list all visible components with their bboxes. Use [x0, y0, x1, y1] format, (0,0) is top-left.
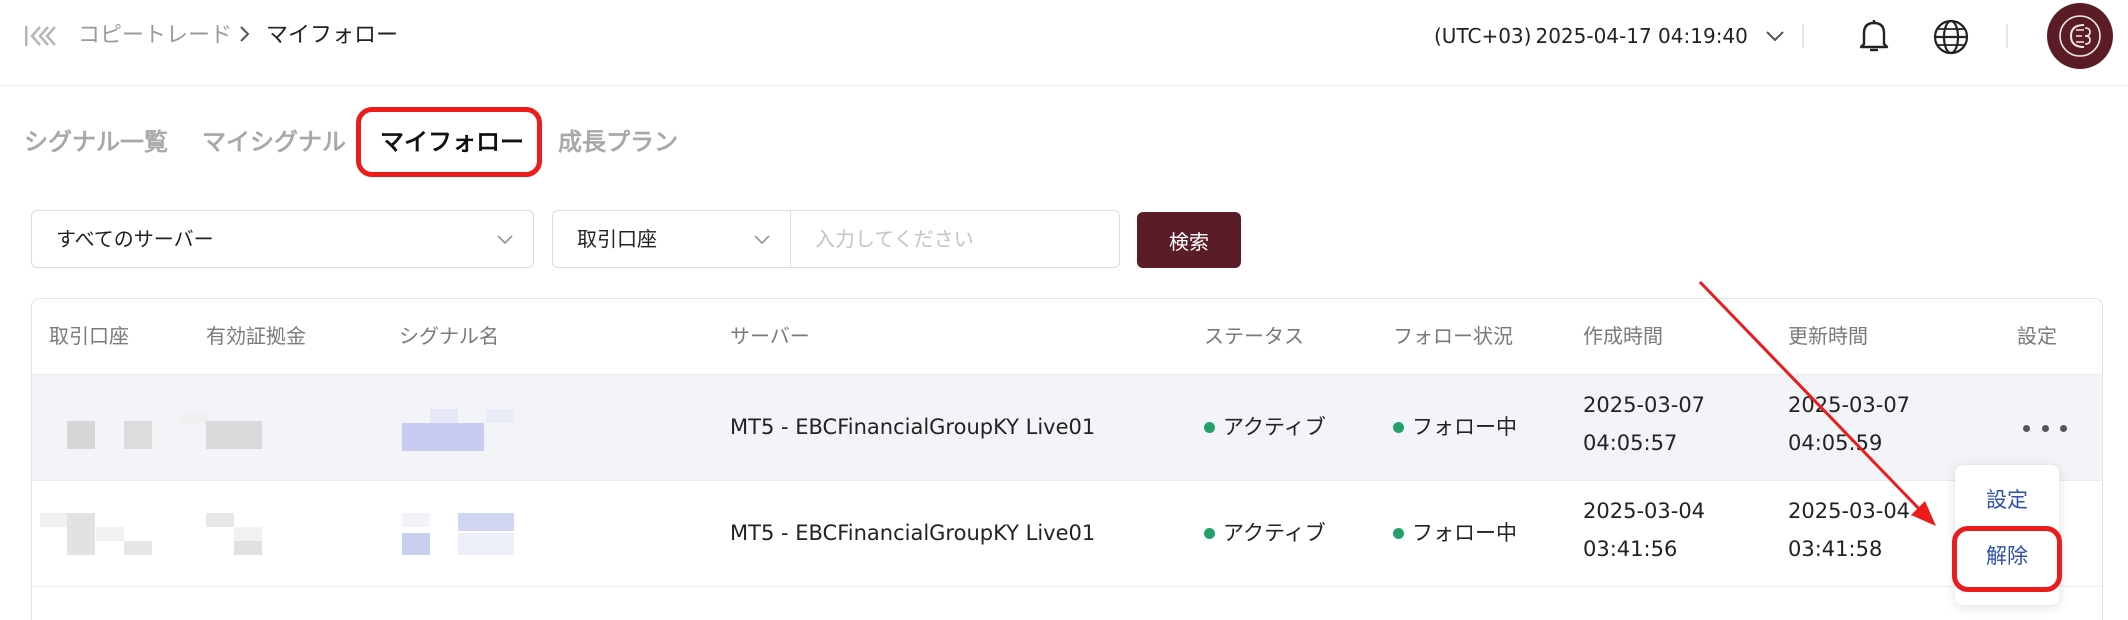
column-header: 作成時間: [1583, 324, 1663, 348]
redacted-equity: [234, 527, 262, 541]
chevron-down-icon: [1766, 31, 1784, 42]
column-header: 取引口座: [49, 324, 129, 348]
tab-my-signals[interactable]: マイシグナル: [202, 122, 346, 162]
status-cell: アクティブ: [1204, 515, 1326, 551]
created-date: 2025-03-07: [1583, 393, 1706, 417]
column-header: 設定: [2017, 324, 2057, 348]
chevron-down-icon: [754, 235, 770, 245]
collapse-sidebar-icon[interactable]: [24, 24, 56, 48]
status-dot: [1393, 527, 1404, 539]
server-cell: MT5 - EBCFinancialGroupKY Live01: [730, 521, 1096, 545]
breadcrumb-current: マイフォロー: [266, 23, 399, 48]
timezone-label: (UTC+03): [1434, 24, 1532, 48]
redacted-account: [124, 421, 152, 449]
status-dot: [1204, 421, 1215, 433]
redacted-account: [40, 513, 68, 527]
current-datetime: 2025-04-17 04:19:40: [1535, 24, 1748, 48]
follow-table: 取引口座 有効証拠金 シグナル名 サーバー ステータス フォロー状況 作成時間 …: [31, 298, 2103, 620]
column-header: ステータス: [1204, 324, 1304, 348]
timezone-selector[interactable]: (UTC+03) 2025-04-17 04:19:40: [1434, 20, 1786, 52]
created-time: 04:05:57: [1583, 431, 1678, 455]
column-header: シグナル名: [399, 324, 499, 348]
redacted-signal-name: [458, 513, 514, 531]
redacted-signal-name: [458, 533, 514, 555]
redacted-account: [96, 527, 124, 541]
redacted-equity: [206, 513, 234, 527]
menu-item-settings[interactable]: 設定: [1955, 483, 2059, 517]
server-select[interactable]: すべてのサーバー: [31, 210, 534, 268]
column-header: フォロー状況: [1393, 324, 1513, 348]
annotation-highlight-unfollow: [1952, 526, 2062, 592]
tab-signal-list[interactable]: シグナル一覧: [24, 122, 168, 162]
column-header: 更新時間: [1788, 324, 1868, 348]
server-cell: MT5 - EBCFinancialGroupKY Live01: [730, 415, 1096, 439]
chevron-down-icon: [497, 235, 513, 245]
table-header: 取引口座 有効証拠金 シグナル名 サーバー ステータス フォロー状況 作成時間 …: [32, 299, 2102, 375]
redacted-account: [124, 541, 152, 555]
breadcrumb-parent[interactable]: コピートレード: [78, 20, 232, 52]
redacted-account: [67, 513, 95, 555]
created-date: 2025-03-04: [1583, 499, 1706, 523]
account-type-select-value: 取引口座: [577, 227, 657, 251]
redacted-signal-name: [402, 423, 484, 451]
top-header: コピートレード マイフォロー (UTC+03) 2025-04-17 04:19…: [0, 0, 2128, 86]
status-dot: [1204, 527, 1215, 539]
account-type-select[interactable]: 取引口座: [553, 211, 791, 267]
redacted-signal-name: [430, 409, 458, 423]
header-divider: [2006, 24, 2008, 48]
account-filter-group: 取引口座: [552, 210, 1120, 268]
redacted-signal-name: [402, 533, 430, 555]
table-row[interactable]: MT5 - EBCFinancialGroupKY Live01 アクティブ フ…: [32, 375, 2102, 481]
created-time: 03:41:56: [1583, 537, 1678, 561]
tab-growth-plan[interactable]: 成長プラン: [558, 122, 678, 162]
redacted-signal-name: [402, 513, 430, 527]
follow-status-cell: フォロー中: [1393, 409, 1517, 445]
updated-time: 04:05:59: [1788, 431, 1883, 455]
user-avatar[interactable]: [2047, 3, 2113, 69]
column-header: サーバー: [730, 324, 810, 348]
column-header: 有効証拠金: [206, 324, 306, 348]
follow-status-cell: フォロー中: [1393, 515, 1517, 551]
header-divider: [1802, 24, 1804, 48]
server-select-value: すべてのサーバー: [56, 227, 214, 251]
redacted-signal-name: [486, 409, 514, 423]
redacted-equity: [180, 413, 208, 423]
language-globe-icon[interactable]: [1932, 18, 1970, 56]
redacted-account: [67, 421, 95, 449]
updated-date: 2025-03-07: [1788, 393, 1911, 417]
chevron-right-icon: [240, 26, 250, 42]
redacted-equity: [206, 421, 262, 449]
account-search-input[interactable]: [791, 211, 1119, 267]
annotation-highlight-tab: [356, 107, 542, 177]
updated-date: 2025-03-04: [1788, 499, 1911, 523]
status-cell: アクティブ: [1204, 409, 1326, 445]
brand-logo-icon: [2059, 15, 2101, 57]
search-button[interactable]: 検索: [1137, 212, 1241, 268]
table-row[interactable]: MT5 - EBCFinancialGroupKY Live01 アクティブ フ…: [32, 481, 2102, 587]
updated-time: 03:41:58: [1788, 537, 1883, 561]
more-options-icon[interactable]: [2023, 420, 2067, 436]
status-dot: [1393, 421, 1404, 433]
redacted-equity: [234, 541, 262, 555]
notification-bell-icon[interactable]: [1854, 16, 1894, 56]
